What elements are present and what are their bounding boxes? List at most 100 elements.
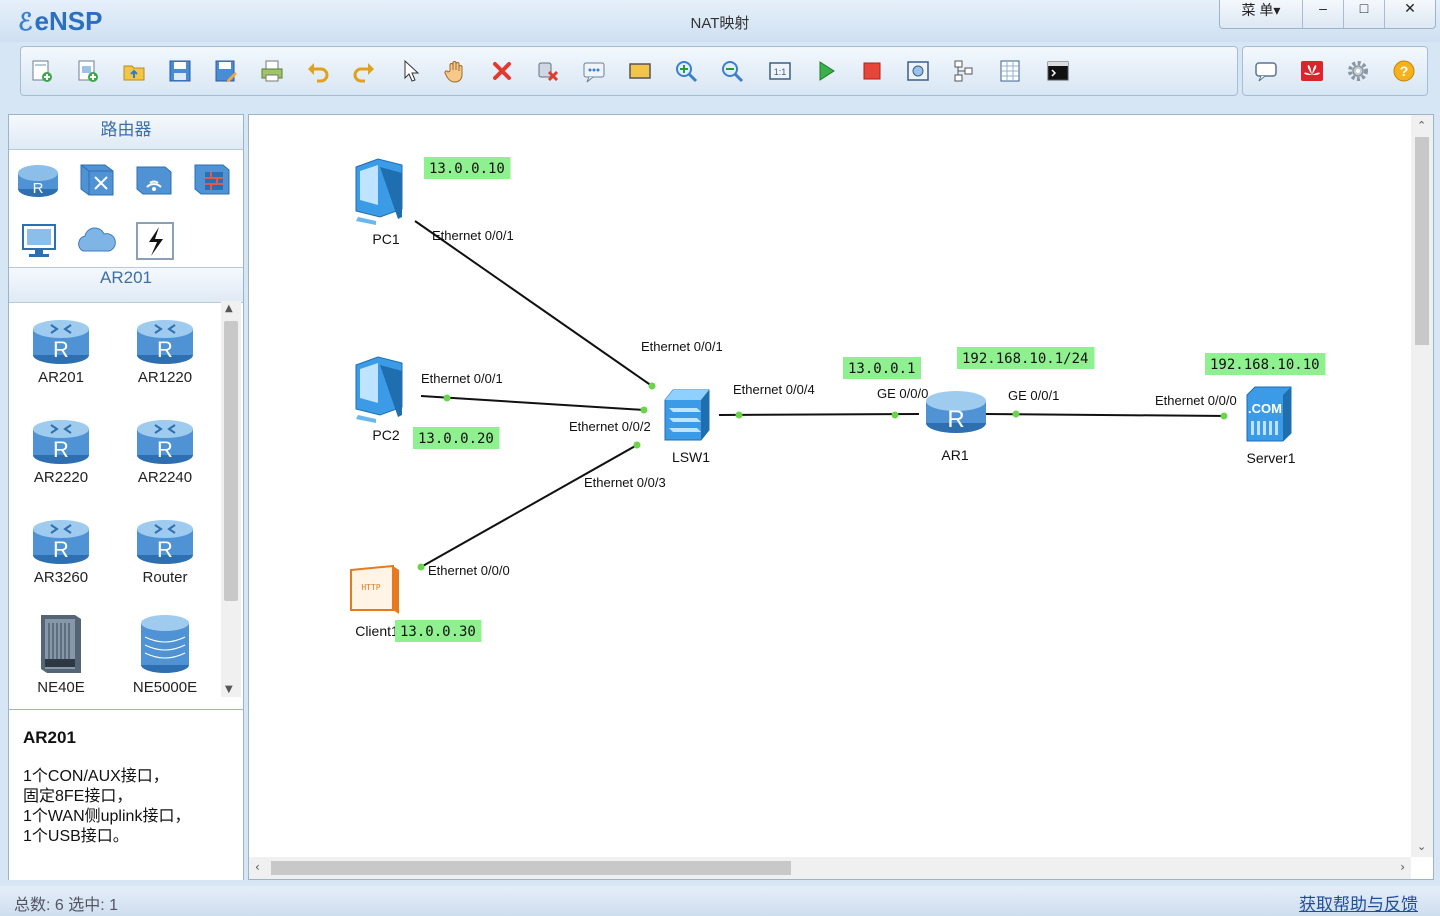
device-item-ne40e[interactable]: NE40E xyxy=(11,611,111,696)
print-icon[interactable] xyxy=(257,56,287,86)
topology-canvas[interactable]: HTTP R .COM Ethernet 0/0/1 Ethernet 0/0/1 Et… xyxy=(248,114,1434,880)
close-button[interactable]: ✕ xyxy=(1384,0,1435,28)
ip-label[interactable]: 192.168.10.10 xyxy=(1205,353,1326,375)
router-icon: R xyxy=(115,411,215,465)
device-list-scroll-thumb[interactable] xyxy=(224,321,238,601)
node-pc2[interactable] xyxy=(355,356,403,423)
new-device-icon[interactable] xyxy=(73,56,103,86)
node-lsw1[interactable] xyxy=(664,389,710,441)
ip-label-text: 13.0.0.1 xyxy=(848,361,915,377)
device-item-ar201[interactable]: R AR201 xyxy=(11,311,111,386)
server-vent xyxy=(1257,421,1260,435)
scroll-up-icon[interactable]: ⌃ xyxy=(1417,119,1426,132)
save-as-icon[interactable] xyxy=(211,56,241,86)
link-pc2-lsw1[interactable] xyxy=(420,394,648,414)
device-list-scrollbar[interactable]: ▲ ▼ xyxy=(221,301,241,697)
ip-label[interactable]: 13.0.0.1 xyxy=(843,357,921,379)
ip-label[interactable]: 192.168.10.1/24 xyxy=(957,347,1095,369)
topology-diagram[interactable]: HTTP R .COM Ethernet 0/0/1 Ethernet 0/0/1 Et… xyxy=(249,115,1433,879)
new-topology-icon[interactable] xyxy=(27,56,57,86)
node-ar1[interactable]: R xyxy=(926,391,986,433)
svg-text:?: ? xyxy=(1400,63,1409,79)
scroll-right-icon[interactable]: › xyxy=(1400,860,1405,874)
switch-category-icon[interactable] xyxy=(73,157,119,201)
cloud-category-icon[interactable] xyxy=(73,219,119,263)
device-item-ar2240[interactable]: R AR2240 xyxy=(115,411,215,486)
capture-icon[interactable] xyxy=(903,56,933,86)
save-icon[interactable] xyxy=(165,56,195,86)
device-item-ar3260[interactable]: R AR3260 xyxy=(11,511,111,586)
node-server1[interactable]: .COM xyxy=(1246,386,1292,442)
firewall-category-icon[interactable] xyxy=(189,157,235,201)
port-status-dot xyxy=(735,411,743,419)
minimize-button[interactable]: – xyxy=(1302,0,1343,28)
device-item-router[interactable]: R Router xyxy=(115,511,215,586)
node-pc1[interactable] xyxy=(355,158,403,225)
link-line xyxy=(420,395,645,411)
topology-icon[interactable] xyxy=(949,56,979,86)
scroll-up-icon[interactable]: ▲ xyxy=(225,303,233,314)
chat-icon[interactable] xyxy=(1251,56,1281,86)
screen-shape xyxy=(360,165,378,205)
port-status-dot xyxy=(443,394,451,402)
status-counts: 总数: 6 选中: 1 xyxy=(14,897,119,914)
port-status-dot xyxy=(633,441,641,449)
start-all-icon[interactable] xyxy=(811,56,841,86)
scroll-down-icon[interactable]: ▼ xyxy=(225,684,233,695)
pc-category-icon[interactable] xyxy=(17,219,63,263)
rectangle-icon[interactable] xyxy=(625,56,655,86)
fit-view-icon[interactable]: 1:1 xyxy=(765,56,795,86)
select-icon[interactable] xyxy=(395,56,425,86)
port-label: Ethernet 0/0/4 xyxy=(733,382,815,397)
canvas-hscroll-thumb[interactable] xyxy=(271,861,791,875)
open-icon[interactable] xyxy=(119,56,149,86)
ip-label[interactable]: 13.0.0.20 xyxy=(413,427,500,449)
menu-button[interactable]: 菜 单▾ xyxy=(1220,0,1302,28)
device-item-label: NE40E xyxy=(37,679,85,696)
zoom-out-icon[interactable] xyxy=(717,56,747,86)
redo-icon[interactable] xyxy=(349,56,379,86)
ip-label[interactable]: 13.0.0.10 xyxy=(424,157,511,179)
port-label: Ethernet 0/0/0 xyxy=(428,563,510,578)
wireless-category-icon[interactable] xyxy=(131,157,177,201)
grid-icon[interactable] xyxy=(995,56,1025,86)
link-category-icon[interactable] xyxy=(133,219,179,263)
huawei-icon[interactable] xyxy=(1297,56,1327,86)
canvas-vscroll-thumb[interactable] xyxy=(1415,137,1429,345)
device-description: AR201 1个CON/AUX接口， 固定8FE接口， 1个WAN侧uplink… xyxy=(9,709,243,880)
maximize-button[interactable]: □ xyxy=(1343,0,1384,28)
undo-icon[interactable] xyxy=(303,56,333,86)
link-lsw1-ar1[interactable] xyxy=(718,411,920,419)
device-panel: 路由器 R AR201 R AR201 R AR1220 R AR2220 R AR2240 R… xyxy=(8,114,244,880)
router-icon: R xyxy=(11,411,111,465)
zoom-in-icon[interactable] xyxy=(671,56,701,86)
chassis-icon xyxy=(11,611,111,675)
canvas-vertical-scrollbar[interactable]: ⌃ ⌄ xyxy=(1411,115,1433,857)
router-glyph: R xyxy=(947,406,964,433)
help-icon[interactable]: ? xyxy=(1389,56,1419,86)
pan-hand-icon[interactable] xyxy=(441,56,471,86)
text-note-icon[interactable] xyxy=(579,56,609,86)
help-feedback-link[interactable]: 获取帮助与反馈 xyxy=(1299,890,1418,915)
ip-label[interactable]: 13.0.0.30 xyxy=(395,620,482,642)
device-item-ar1220[interactable]: R AR1220 xyxy=(115,311,215,386)
stop-all-icon[interactable] xyxy=(857,56,887,86)
router-category-icon[interactable]: R xyxy=(15,157,61,201)
canvas-horizontal-scrollbar[interactable]: ‹ › xyxy=(249,857,1411,879)
terminal-icon[interactable] xyxy=(1043,56,1073,86)
link-ar1-server1[interactable] xyxy=(984,410,1228,420)
scroll-down-icon[interactable]: ⌄ xyxy=(1417,840,1426,853)
link-client1-lsw1[interactable] xyxy=(417,441,641,571)
switch-stripe xyxy=(669,428,701,432)
device-item-label: AR2240 xyxy=(137,469,193,486)
device-item-ne5000e[interactable]: NE5000E xyxy=(115,611,215,696)
link-pc1-lsw1[interactable] xyxy=(414,220,656,390)
scroll-left-icon[interactable]: ‹ xyxy=(255,860,260,874)
device-item-ar2220[interactable]: R AR2220 xyxy=(11,411,111,486)
delete-icon[interactable] xyxy=(487,56,517,86)
delete-link-icon[interactable] xyxy=(533,56,563,86)
node-client1[interactable]: HTTP xyxy=(350,564,399,614)
window-controls: 菜 单▾ – □ ✕ xyxy=(1219,0,1436,29)
port-label: GE 0/0/0 xyxy=(877,386,928,401)
settings-gear-icon[interactable] xyxy=(1343,56,1373,86)
